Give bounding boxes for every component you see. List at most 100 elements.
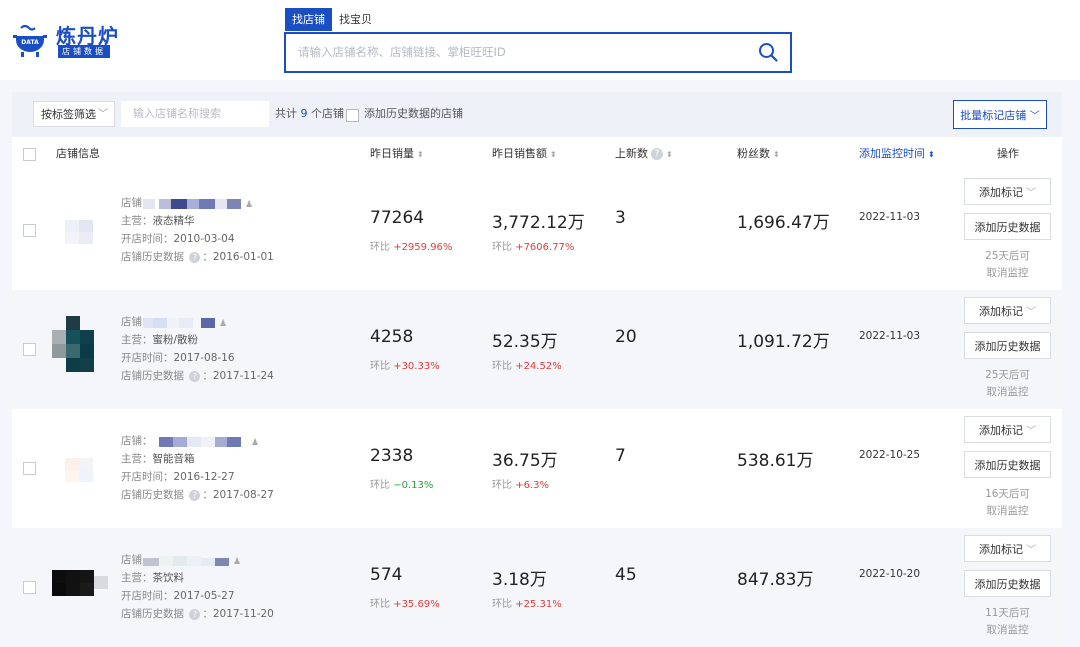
batch-mark-button[interactable]: 批量标记店铺 ﹀ — [953, 100, 1047, 129]
cancel-monitor-note: 25天后可 取消监控 — [985, 250, 1030, 279]
shop-thumbnail[interactable] — [52, 568, 108, 598]
sort-icon: ⬍ — [550, 150, 557, 159]
help-icon[interactable]: ? — [189, 251, 201, 263]
shop-name[interactable]: 店铺： ♟ — [121, 432, 274, 450]
total-count: 共计 9 个店铺 — [275, 101, 344, 127]
add-history-button[interactable]: 添加历史数据 — [964, 332, 1051, 359]
user-icon: ♟ — [233, 557, 242, 567]
col-revenue[interactable]: 昨日销售额 ⬍ — [492, 137, 557, 171]
user-icon: ♟ — [219, 319, 228, 329]
select-all-checkbox[interactable] — [23, 148, 36, 161]
blurred-shop-name — [143, 318, 215, 328]
help-icon[interactable]: ? — [189, 489, 201, 501]
shop-category: 主营：茶饮料 — [121, 572, 184, 584]
row-checkbox[interactable] — [23, 462, 36, 475]
shop-label: 店铺 — [121, 197, 142, 209]
shop-history: 店铺历史数据 ? ：2017-08-27 — [121, 489, 274, 501]
search-input[interactable]: 请输入店铺名称、店铺链接、掌柜旺旺ID — [298, 34, 738, 71]
col-new-items-label: 上新数 — [615, 147, 648, 160]
history-filter-checkbox[interactable] — [346, 109, 359, 122]
shop-label: 店铺 — [121, 554, 142, 566]
cancel-monitor-note: 11天后可 取消监控 — [985, 607, 1030, 636]
col-fans[interactable]: 粉丝数 ⬍ — [737, 137, 780, 171]
cancel-monitor-note: 25天后可 取消监控 — [985, 369, 1030, 398]
revenue-mom: 环比 +25.31% — [492, 599, 562, 610]
shop-sep: ： — [142, 435, 153, 447]
logo-subtitle: 店铺数据 — [58, 45, 110, 58]
table-row: 店铺： ♟ 主营：智能音箱 开店时间：2016-12-27 店铺历史数据 ? ：2… — [12, 409, 1062, 528]
tab-find-shop[interactable]: 找店铺 — [285, 8, 332, 31]
added-date: 2022-11-03 — [859, 330, 921, 342]
row-checkbox[interactable] — [23, 343, 36, 356]
sales-mom: 环比 +2959.96% — [370, 242, 453, 253]
shop-name[interactable]: 店铺 ♟ — [121, 313, 274, 331]
logo[interactable]: DATA 炼丹炉 店铺数据 — [12, 20, 132, 60]
help-icon[interactable]: ? — [651, 148, 663, 160]
shop-thumbnail[interactable] — [52, 444, 108, 496]
shop-thumbnail[interactable] — [52, 206, 108, 258]
add-mark-button[interactable]: 添加标记 ﹀ — [964, 535, 1051, 562]
tag-filter-label: 按标签筛选 — [41, 108, 96, 121]
search-tabs: 找店铺 找宝贝 — [285, 8, 379, 32]
add-mark-button[interactable]: 添加标记 ﹀ — [964, 416, 1051, 443]
sort-icon: ⬍ — [773, 150, 780, 159]
shop-name[interactable]: 店铺 ♟ — [121, 551, 274, 569]
shop-name-search-input[interactable]: 输入店铺名称搜索 — [121, 101, 269, 127]
new-items-value: 45 — [615, 565, 637, 585]
revenue-mom: 环比 +7606.77% — [492, 242, 575, 253]
sales-value: 574 — [370, 565, 403, 585]
shop-history: 店铺历史数据 ? ：2016-01-01 — [121, 251, 274, 263]
help-icon[interactable]: ? — [189, 608, 201, 620]
shop-category: 主营：蜜粉/散粉 — [121, 334, 199, 346]
fans-value: 1,091.72万 — [737, 332, 830, 352]
chevron-down-icon: ﹀ — [1026, 188, 1036, 199]
table-header: 店铺信息 昨日销量 ⬍ 昨日销售额 ⬍ 上新数? ⬍ 粉丝数 ⬍ 添加监控时间 ⬍ 操作 — [12, 137, 1062, 171]
tab-find-item[interactable]: 找宝贝 — [332, 8, 379, 31]
add-history-button[interactable]: 添加历史数据 — [964, 213, 1051, 240]
col-shop-info: 店铺信息 — [56, 147, 100, 160]
sort-icon: ⬍ — [417, 150, 424, 159]
col-revenue-label: 昨日销售额 — [492, 147, 547, 160]
total-number: 9 — [300, 107, 308, 120]
chevron-down-icon: ﹀ — [1026, 426, 1036, 437]
fans-value: 1,696.47万 — [737, 213, 830, 233]
blurred-shop-name — [143, 556, 229, 566]
shop-name[interactable]: 店铺 ♟ — [121, 194, 274, 212]
col-added-time[interactable]: 添加监控时间 ⬍ — [859, 137, 935, 171]
tag-filter-dropdown[interactable]: 按标签筛选 ﹀ — [33, 101, 115, 127]
cancel-monitor-note: 16天后可 取消监控 — [985, 488, 1030, 517]
row-checkbox[interactable] — [23, 581, 36, 594]
shop-opened: 开店时间：2017-05-27 — [121, 590, 235, 602]
add-mark-button[interactable]: 添加标记 ﹀ — [964, 178, 1051, 205]
chevron-down-icon: ﹀ — [1026, 307, 1036, 318]
added-date: 2022-10-25 — [859, 449, 921, 461]
shop-opened: 开店时间：2016-12-27 — [121, 471, 235, 483]
chevron-down-icon: ﹀ — [1026, 545, 1036, 556]
add-history-button[interactable]: 添加历史数据 — [964, 451, 1051, 478]
col-new-items[interactable]: 上新数? ⬍ — [615, 137, 673, 171]
add-history-button[interactable]: 添加历史数据 — [964, 570, 1051, 597]
row-checkbox[interactable] — [23, 224, 36, 237]
revenue-value: 36.75万 — [492, 451, 558, 471]
sales-mom: 环比 +30.33% — [370, 361, 440, 372]
shop-info: 店铺 ♟ 主营：液态精华 开店时间：2010-03-04 店铺历史数据 ? ：20… — [121, 194, 274, 266]
sales-mom: 环比 +35.69% — [370, 599, 440, 610]
sales-value: 77264 — [370, 208, 425, 228]
add-mark-button[interactable]: 添加标记 ﹀ — [964, 297, 1051, 324]
new-items-value: 20 — [615, 327, 637, 347]
revenue-mom: 环比 +24.52% — [492, 361, 562, 372]
new-items-value: 7 — [615, 446, 626, 466]
sort-icon: ⬍ — [666, 150, 673, 159]
col-fans-label: 粉丝数 — [737, 147, 770, 160]
help-icon[interactable]: ? — [189, 370, 201, 382]
shop-category: 主营：液态精华 — [121, 215, 195, 227]
sales-mom: 环比 −0.13% — [370, 480, 434, 491]
user-icon: ♟ — [251, 438, 260, 448]
fans-value: 538.61万 — [737, 451, 814, 471]
shop-thumbnail[interactable] — [52, 316, 108, 372]
chevron-down-icon: ﹀ — [1029, 111, 1040, 122]
col-sales[interactable]: 昨日销量 ⬍ — [370, 137, 424, 171]
shop-opened: 开店时间：2017-08-16 — [121, 352, 235, 364]
shop-opened: 开店时间：2010-03-04 — [121, 233, 235, 245]
search-icon[interactable] — [758, 42, 778, 62]
